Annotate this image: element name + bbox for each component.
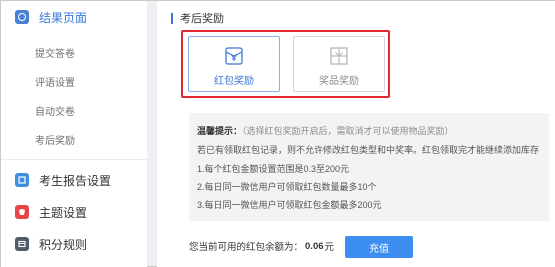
main-panel: 考后奖励 红包奖励 奖品奖励 温馨提示：（选择红包奖励开启后，需取消才可以使用物…: [157, 1, 555, 267]
balance-label: 您当前可用的红包余额为：: [189, 242, 304, 253]
gear-icon: [15, 10, 29, 24]
balance-row: 您当前可用的红包余额为： 0.06 元: [189, 239, 335, 254]
points-icon: [15, 237, 29, 251]
section-title: 考后奖励: [171, 10, 224, 26]
gift-reward-option[interactable]: 奖品奖励: [293, 36, 385, 92]
sidebar-item-label: 积分规则: [39, 237, 88, 252]
sidebar-item-report-settings[interactable]: 考生报告设置: [15, 170, 111, 190]
tips-line: 若已有领取红包记录，则不允许修改红包类型和中奖率。红包领取完才能继续添加库存: [197, 145, 540, 155]
page-title: 考后奖励: [180, 13, 224, 25]
sidebar-item-label: 考生报告设置: [39, 173, 112, 188]
tips-line: 2.每日同一微信用户可领取红包数量最多10个: [197, 182, 377, 192]
sidebar-subitem-submit[interactable]: 提交答卷: [35, 45, 75, 60]
reward-option-label: 红包奖励: [214, 76, 254, 87]
red-envelope-icon: [225, 47, 243, 65]
sidebar-item-result-page[interactable]: 结果页面: [1, 1, 147, 33]
sidebar-item-points-rules[interactable]: 积分规则: [15, 234, 87, 254]
report-icon: [15, 173, 29, 187]
sidebar-subitem-comments[interactable]: 评语设置: [35, 74, 75, 89]
sidebar-subitem-post-exam-reward[interactable]: 考后奖励: [35, 132, 75, 147]
sidebar-item-label: 主题设置: [39, 205, 88, 220]
theme-icon: [15, 205, 29, 219]
balance-unit: 元: [324, 242, 335, 253]
sidebar-item-label: 结果页面: [39, 10, 88, 25]
tips-line: 3.每日同一微信用户可领取红包金额最多200元: [197, 200, 382, 210]
reward-option-label: 奖品奖励: [319, 76, 359, 87]
sidebar-subitem-auto-submit[interactable]: 自动交卷: [35, 103, 75, 118]
gift-icon: [330, 47, 348, 65]
sidebar-divider: [1, 159, 147, 160]
recharge-button[interactable]: 充值: [345, 236, 413, 258]
sidebar-item-theme-settings[interactable]: 主题设置: [15, 202, 87, 222]
tips-note: （选择红包奖励开启后，需取消才可以使用物品奖励）: [242, 126, 454, 136]
tips-heading: 温馨提示：: [197, 126, 243, 136]
tips-box: 温馨提示：（选择红包奖励开启后，需取消才可以使用物品奖励） 若已有领取红包记录，…: [189, 113, 549, 221]
red-envelope-reward-option[interactable]: 红包奖励: [188, 36, 280, 92]
balance-amount: 0.06: [305, 240, 324, 252]
tips-line: 1.每个红包金额设置范围是0.3至200元: [197, 164, 350, 174]
sidebar: 结果页面 提交答卷 评语设置 自动交卷 考后奖励 考生报告设置 主题设置 积分规…: [1, 1, 147, 267]
title-accent-bar: [171, 12, 173, 24]
tips-heading-line: 温馨提示：（选择红包奖励开启后，需取消才可以使用物品奖励）: [197, 124, 454, 137]
